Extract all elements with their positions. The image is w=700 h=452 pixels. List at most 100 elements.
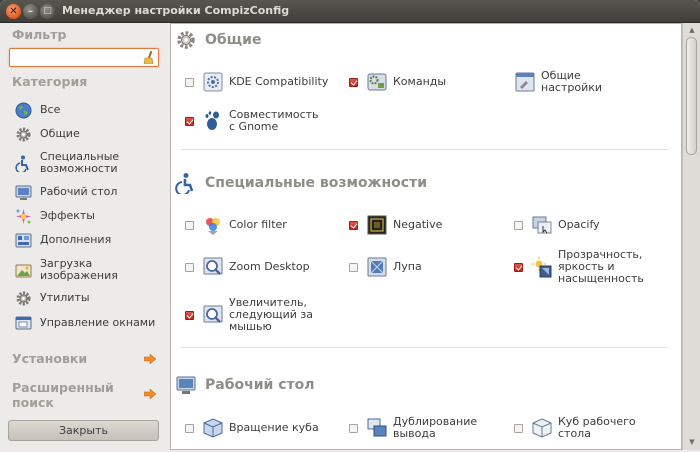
plugin-zoom-desktop[interactable]: Zoom Desktop — [185, 253, 310, 281]
sidebar: Фильтр Категория Все Общие Специальные в… — [0, 23, 170, 452]
extras-icon — [15, 233, 32, 247]
plugin-rotate-cube[interactable]: Вращение куба — [185, 414, 319, 442]
plugin-mouse-zoom[interactable]: Увеличитель, следующий за мышью — [185, 295, 319, 335]
plugin-magnifier[interactable]: Лупа — [349, 253, 422, 281]
plugin-label: Zoom Desktop — [229, 260, 310, 273]
plugin-kde-compatibility[interactable]: KDE Compatibility — [185, 68, 328, 96]
gnome-icon — [205, 111, 219, 130]
plugin-checkbox-checked[interactable] — [349, 220, 358, 230]
category-window-management[interactable]: Управление окнами — [15, 312, 167, 334]
desktop-cube-icon — [532, 418, 552, 438]
plugin-checkbox-checked[interactable] — [514, 262, 523, 272]
plugin-label: Opacify — [558, 218, 600, 231]
plugin-label: Вращение куба — [229, 421, 319, 434]
close-button[interactable]: Закрыть — [8, 420, 159, 441]
window-close-button[interactable]: ✕ — [6, 4, 21, 19]
vertical-scrollbar[interactable]: ▲ ▼ — [682, 23, 700, 450]
clone-output-icon — [367, 418, 387, 437]
category-label: Общие — [40, 127, 80, 140]
plugin-checkbox-checked[interactable] — [185, 116, 194, 126]
category-label: Управление окнами — [40, 316, 156, 329]
category-extras[interactable]: Дополнения — [15, 229, 167, 251]
plugin-checkbox[interactable] — [185, 77, 194, 87]
plugin-checkbox[interactable] — [349, 423, 358, 433]
plugin-checkbox[interactable] — [514, 423, 523, 433]
rotate-cube-icon — [203, 418, 223, 438]
gear-icon — [177, 31, 195, 49]
globe-icon — [15, 102, 32, 118]
zoom-desktop-icon — [203, 257, 223, 275]
plugin-opacity-brightness-saturation[interactable]: Прозрачность, яркость и насыщенность — [514, 247, 658, 287]
filter-input[interactable] — [9, 48, 159, 67]
plugin-opacify[interactable]: Opacify — [514, 211, 600, 239]
opacity-brightness-icon — [532, 257, 552, 278]
category-all[interactable]: Все — [15, 99, 167, 121]
plugin-checkbox-checked[interactable] — [349, 77, 358, 87]
category-effects[interactable]: Эффекты — [15, 205, 167, 227]
color-filter-icon — [206, 218, 220, 235]
opacify-icon — [532, 216, 552, 234]
plugin-clone-output[interactable]: Дублирование вывода — [349, 408, 483, 448]
settings-expander[interactable]: Установки — [12, 351, 87, 366]
plugin-checkbox[interactable] — [185, 423, 194, 433]
group-title: Общие — [205, 32, 262, 48]
scroll-down-icon[interactable]: ▼ — [687, 437, 697, 447]
window-title: Менеджер настройки CompizConfig — [62, 4, 290, 17]
desktop-icon — [176, 376, 196, 394]
plugin-checkbox[interactable] — [514, 220, 523, 230]
arrow-right-icon[interactable] — [144, 389, 156, 399]
group-general-header: Общие — [175, 28, 261, 52]
image-loading-icon — [15, 264, 32, 277]
plugin-checkbox[interactable] — [349, 262, 358, 272]
plugin-checkbox[interactable] — [185, 220, 194, 230]
arrow-right-icon[interactable] — [144, 354, 156, 364]
maximize-icon: □ — [43, 6, 52, 16]
scrollbar-thumb[interactable] — [686, 37, 697, 155]
negative-icon — [367, 215, 387, 235]
plugin-desktop-cube[interactable]: Куб рабочего стола — [514, 408, 648, 448]
plugin-checkbox[interactable] — [185, 262, 194, 272]
category-desktop[interactable]: Рабочий стол — [15, 181, 167, 203]
plugin-label: Куб рабочего стола — [558, 415, 636, 440]
plugin-label: Дублирование вывода — [393, 415, 478, 440]
plugin-label: Совместимость с Gnome — [229, 108, 319, 133]
window-management-icon — [15, 316, 32, 329]
category-label: Дополнения — [40, 233, 112, 246]
title-bar[interactable]: ✕ – □ Менеджер настройки CompizConfig — [0, 0, 700, 23]
general-options-icon — [515, 72, 535, 92]
effects-icon — [16, 208, 31, 224]
group-desktop-header: Рабочий стол — [175, 373, 315, 397]
desktop-icon — [15, 185, 32, 200]
window-maximize-button[interactable]: □ — [40, 4, 55, 19]
plugin-negative[interactable]: Negative — [349, 211, 442, 239]
accessibility-icon — [175, 173, 194, 194]
gear-icon — [16, 127, 31, 141]
plugin-label: Negative — [393, 218, 443, 231]
utility-icon — [16, 291, 31, 305]
plugin-label: Прозрачность, яркость и насыщенность — [558, 248, 644, 285]
category-utility[interactable]: Утилиты — [15, 287, 167, 309]
category-heading: Категория — [12, 74, 88, 89]
mouse-zoom-icon — [203, 305, 223, 323]
plugin-color-filter[interactable]: Color filter — [185, 211, 287, 239]
plugin-checkbox-checked[interactable] — [185, 310, 194, 320]
plugin-gnome-compatibility[interactable]: Совместимость с Gnome — [185, 105, 319, 137]
plugin-label: Общие настройки — [541, 69, 603, 94]
advanced-search-expander[interactable]: Расширенный поиск — [12, 380, 130, 410]
scroll-up-icon[interactable]: ▲ — [687, 25, 697, 35]
group-separator — [181, 347, 668, 348]
category-label: Эффекты — [40, 209, 95, 222]
close-icon: ✕ — [9, 6, 18, 17]
category-accessibility[interactable]: Специальные возможности — [15, 147, 167, 179]
group-separator — [181, 149, 668, 150]
category-general[interactable]: Общие — [15, 123, 167, 145]
plugin-general-options[interactable]: Общие настройки — [514, 68, 611, 96]
window-minimize-button[interactable]: – — [23, 4, 38, 19]
clear-filter-icon[interactable] — [143, 51, 154, 64]
accessibility-icon — [15, 155, 29, 172]
plugin-label: Лупа — [393, 260, 422, 273]
plugin-commands[interactable]: Команды — [349, 68, 446, 96]
category-image-loading[interactable]: Загрузка изображения — [15, 253, 167, 287]
group-title: Рабочий стол — [205, 377, 315, 393]
compizconfig-window: ✕ – □ Менеджер настройки CompizConfig Фи… — [0, 0, 700, 452]
